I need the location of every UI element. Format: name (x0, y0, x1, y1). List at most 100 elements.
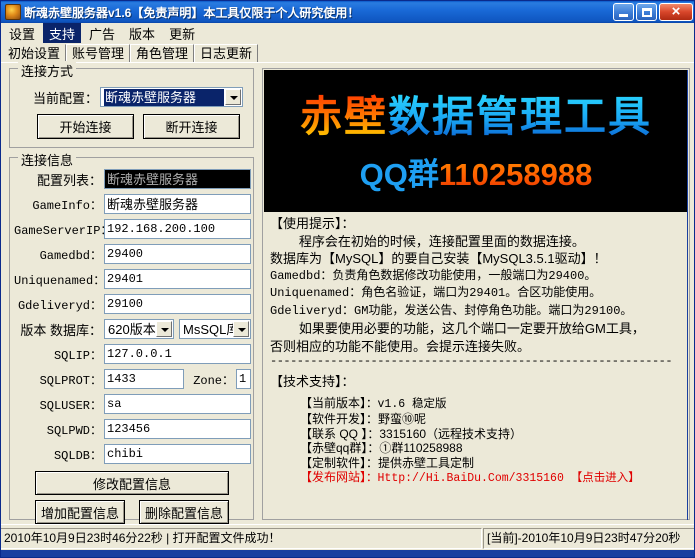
usage-line-5: Gdeliveryd：GM功能，发送公告、封停角色功能。端口为29100。 (270, 303, 688, 321)
uniquenamed-input[interactable]: 29401 (104, 269, 251, 289)
usage-divider: ----------------------------------------… (270, 355, 688, 367)
menu-item-update[interactable]: 更新 (163, 23, 201, 44)
info-panel-container: 赤壁数据管理工具 QQ群110258988 【使用提示】： 程序会在初始的时候，… (262, 68, 690, 520)
connection-info-group: 连接信息 配置列表： 断魂赤壁服务器 GameInfo： 断魂赤壁服务器 Gam… (9, 157, 254, 520)
version-value: 620版本 (108, 322, 156, 337)
add-config-button[interactable]: 增加配置信息 (35, 500, 125, 524)
menu-item-ads[interactable]: 广告 (83, 23, 121, 44)
usage-line-6: 如果要使用必要的功能，这几个端口一定要开放给GM工具， (270, 320, 688, 338)
config-list-row: 配置列表： 断魂赤壁服务器 (14, 169, 251, 189)
database-value: MsSQL库 (183, 322, 239, 337)
minimize-icon (619, 14, 628, 17)
banner-title: 赤壁数据管理工具 (264, 92, 688, 142)
title-bar: 断魂赤壁服务器v1.6【免责声明】本工具仅限于个人研究使用！ × (1, 1, 695, 23)
sqlip-label: SQLIP： (14, 346, 102, 363)
chevron-down-icon[interactable] (233, 321, 249, 337)
sqldb-row: SQLDB： chibi (14, 444, 251, 464)
gdeliveryd-label: Gdeliveryd： (14, 296, 102, 313)
banner-title-part-a: 赤壁 (300, 93, 388, 140)
chevron-down-icon[interactable] (225, 89, 241, 105)
support-value-qq-group: ：①群110258988 (367, 441, 462, 455)
support-heading: 【技术支持】： (270, 373, 688, 391)
support-key-qq: 【联系 QQ 】 (300, 427, 367, 441)
usage-line-7: 否则相应的功能不能使用。会提示连接失败。 (270, 338, 688, 356)
delete-config-button[interactable]: 删除配置信息 (139, 500, 229, 524)
zone-input[interactable]: 1 (236, 369, 251, 389)
disconnect-button[interactable]: 断开连接 (143, 114, 240, 139)
menu-bar: 设置 支持 广告 版本 更新 (1, 23, 695, 43)
support-key-qq-group: 【赤壁qq群】 (300, 441, 367, 455)
banner-qq-line: QQ群110258988 (264, 156, 688, 194)
usage-line-3: Gamedbd：负责角色数据修改功能使用，一般端口为29400。 (270, 268, 688, 286)
maximize-icon (642, 8, 652, 17)
menu-item-support[interactable]: 支持 (43, 23, 81, 44)
sqldb-input[interactable]: chibi (104, 444, 251, 464)
version-db-row: 版本 数据库： 620版本 MsSQL库 (14, 319, 251, 339)
support-key-website: 【发布网站】 (300, 470, 366, 484)
support-row-qq-group: 【赤壁qq群】：①群110258988 (300, 441, 688, 456)
sqlprot-input[interactable]: 1433 (104, 369, 184, 389)
sqluser-input[interactable]: sa (104, 394, 251, 414)
usage-info-text: 【使用提示】： 程序会在初始的时候，连接配置里面的数据连接。 数据库为【MySQ… (264, 213, 688, 518)
gameserverip-input[interactable]: 192.168.200.100 (104, 219, 251, 239)
sqlip-row: SQLIP： 127.0.0.1 (14, 344, 251, 364)
sqldb-label: SQLDB： (14, 446, 102, 463)
modify-config-button[interactable]: 修改配置信息 (35, 471, 229, 495)
banner-qq-number: 110258988 (439, 157, 592, 192)
status-bar: 2010年10月9日23时46分22秒 | 打开配置文件成功！ [当前]-201… (1, 524, 695, 557)
sqlpwd-row: SQLPWD： 123456 (14, 419, 251, 439)
window-bottom-strip (1, 550, 695, 557)
gameinfo-input[interactable]: 断魂赤壁服务器 (104, 194, 251, 214)
window-controls: × (613, 3, 693, 21)
sqlpwd-label: SQLPWD： (14, 421, 102, 438)
window-title: 断魂赤壁服务器v1.6【免责声明】本工具仅限于个人研究使用！ (24, 4, 359, 21)
support-value-website[interactable]: ：Http://Hi.BaiDu.Com/3315160 【点击进入】 (366, 472, 640, 485)
usage-heading: 【使用提示】： (270, 215, 688, 233)
usage-line-2: 数据库为【MySQL】的要自己安装【MySQL3.5.1驱动】！ (270, 250, 688, 268)
maximize-button[interactable] (636, 3, 657, 21)
panel-scrollbar[interactable] (687, 70, 688, 520)
gamedbd-input[interactable]: 29400 (104, 244, 251, 264)
gdeliveryd-input[interactable]: 29100 (104, 294, 251, 314)
connection-method-title: 连接方式 (18, 61, 76, 80)
version-select[interactable]: 620版本 (104, 319, 174, 339)
connection-method-group: 连接方式 当前配置： 断魂赤壁服务器 开始连接 断开连接 (9, 68, 254, 148)
gamedbd-row: Gamedbd： 29400 (14, 244, 251, 264)
uniquenamed-label: Uniquenamed： (14, 271, 102, 288)
close-button[interactable]: × (659, 3, 693, 21)
minimize-button[interactable] (613, 3, 634, 21)
support-row-version: 【当前版本】：v1.6 稳定版 (300, 396, 688, 413)
banner-qq-label: QQ群 (360, 157, 439, 192)
chevron-down-icon[interactable] (156, 321, 172, 337)
database-select[interactable]: MsSQL库 (179, 319, 251, 339)
application-window: 断魂赤壁服务器v1.6【免责声明】本工具仅限于个人研究使用！ × 设置 支持 广… (0, 0, 695, 558)
connect-button[interactable]: 开始连接 (37, 114, 134, 139)
app-icon (5, 4, 21, 20)
menu-item-version[interactable]: 版本 (123, 23, 161, 44)
usage-line-1: 程序会在初始的时候，连接配置里面的数据连接。 (270, 233, 688, 251)
support-row-custom: 【定制软件】：提供赤壁工具定制 (300, 456, 688, 471)
config-list-input[interactable]: 断魂赤壁服务器 (104, 169, 251, 189)
support-row-website[interactable]: 【发布网站】：Http://Hi.BaiDu.Com/3315160 【点击进入… (300, 470, 688, 487)
gameserverip-label: GameServerIP： (14, 221, 102, 238)
sqlprot-label: SQLPROT： (14, 371, 102, 388)
close-icon: × (660, 4, 692, 20)
tab-strip: 初始设置 账号管理 角色管理 日志更新 (1, 43, 695, 63)
uniquenamed-row: Uniquenamed： 29401 (14, 269, 251, 289)
support-list: 【当前版本】：v1.6 稳定版 【软件开发】：野蛮⑩呢 【联系 QQ 】：331… (300, 396, 688, 487)
menu-item-settings[interactable]: 设置 (3, 23, 41, 44)
tab-log-update[interactable]: 日志更新 (194, 44, 258, 63)
sqlip-input[interactable]: 127.0.0.1 (104, 344, 251, 364)
main-content: 连接方式 当前配置： 断魂赤壁服务器 开始连接 断开连接 连接信息 配置列表： … (1, 62, 695, 526)
support-value-version: ：v1.6 稳定版 (366, 398, 447, 411)
current-config-value: 断魂赤壁服务器 (104, 89, 224, 106)
zone-label: Zone： (190, 371, 234, 388)
gamedbd-label: Gamedbd： (14, 246, 102, 263)
tab-role-management[interactable]: 角色管理 (130, 44, 194, 63)
support-key-developer: 【软件开发】 (300, 412, 366, 426)
current-config-select[interactable]: 断魂赤壁服务器 (100, 87, 243, 107)
sqluser-row: SQLUSER： sa (14, 394, 251, 414)
sqluser-label: SQLUSER： (14, 396, 102, 413)
sqlpwd-input[interactable]: 123456 (104, 419, 251, 439)
version-db-label: 版本 数据库： (14, 320, 102, 339)
